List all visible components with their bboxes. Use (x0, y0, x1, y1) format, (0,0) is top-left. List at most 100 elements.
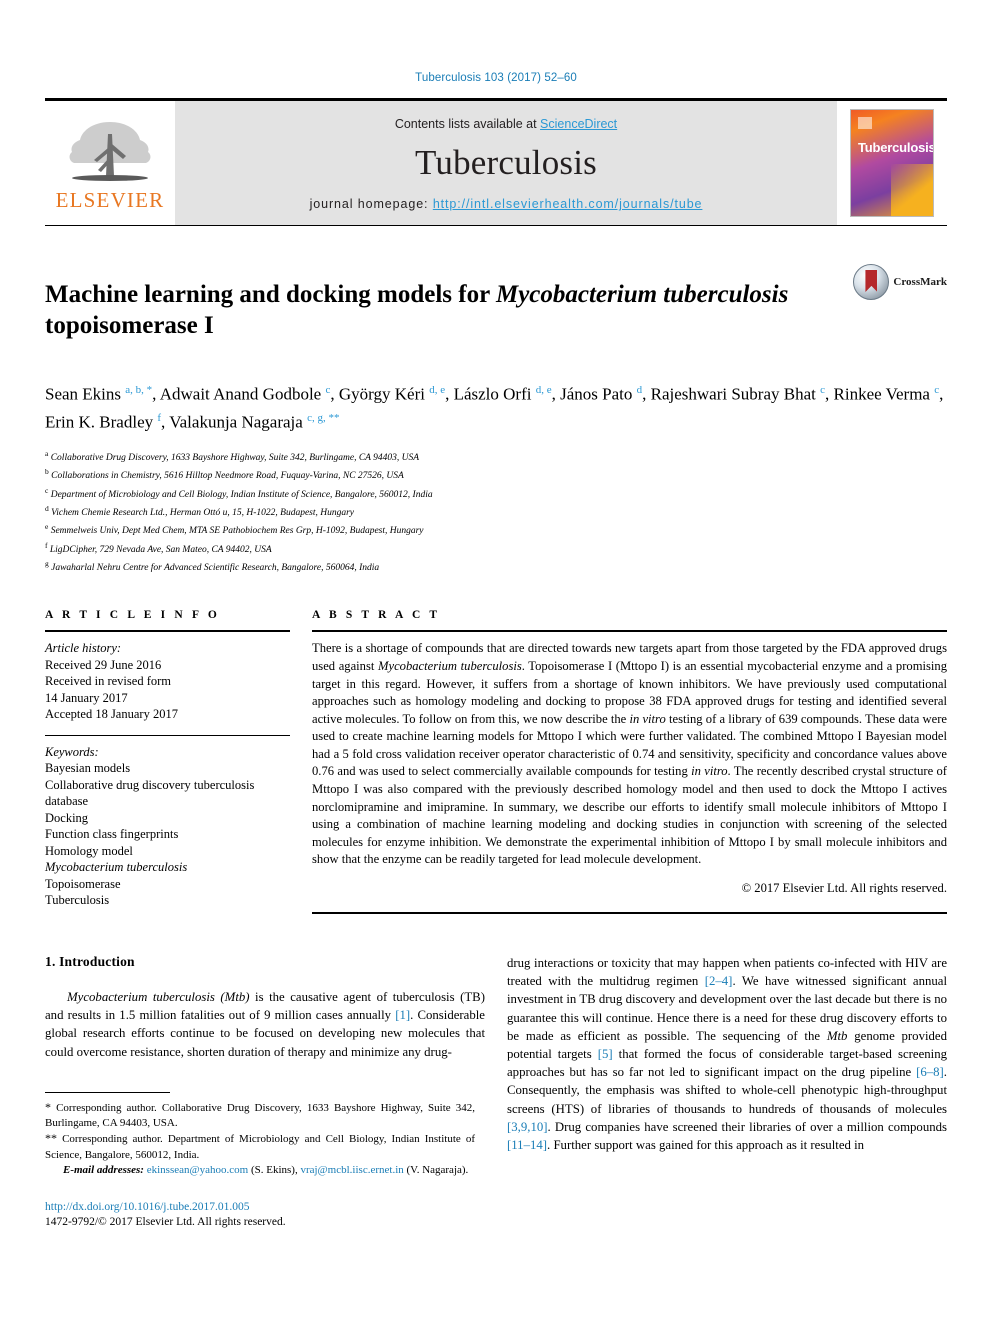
article-history-lines: Received 29 June 2016 Received in revised… (45, 657, 290, 723)
cover-yellow-wash (891, 164, 933, 216)
author-name: János Pato (560, 384, 637, 404)
author-name: Erin K. Bradley (45, 412, 158, 432)
abstract-bottom-rule (312, 912, 947, 915)
elsevier-logo: ELSEVIER (45, 101, 175, 225)
paper-page: Tuberculosis 103 (2017) 52–60 ELSEVIER C… (0, 0, 992, 1323)
article-history-label: Article history: (45, 641, 122, 656)
intro-paragraph-right: drug interactions or toxicity that may h… (507, 954, 947, 1154)
cover-title: Tuberculosis (858, 140, 934, 155)
section-heading-introduction: 1. Introduction (45, 954, 135, 970)
affiliation-line: f LigDCipher, 729 Nevada Ave, San Mateo,… (45, 539, 947, 557)
article-history-line: Received 29 June 2016 (45, 657, 162, 672)
footnotes-block: * Corresponding author. Collaborative Dr… (45, 1092, 475, 1230)
abstract-copyright: © 2017 Elsevier Ltd. All rights reserved… (741, 881, 947, 896)
author-affiliation-marker: f (157, 412, 162, 425)
keyword-item: Homology model (45, 843, 133, 858)
title-italic: Mycobacterium tuberculosis (495, 280, 789, 308)
abstract-heading: A B S T R A C T (312, 609, 441, 622)
citation-ref-5[interactable]: [5] (598, 1047, 613, 1061)
affiliation-text: Jawaharlal Nehru Centre for Advanced Sci… (48, 563, 380, 574)
affiliation-line: b Collaborations in Chemistry, 5616 Hill… (45, 465, 947, 483)
doi-link[interactable]: http://dx.doi.org/10.1016/j.tube.2017.01… (45, 1201, 250, 1213)
author-affiliation-marker: d, e (429, 383, 446, 396)
author-name: Valakunja Nagaraja (169, 412, 308, 432)
email-link-ekins[interactable]: ekinssean@yahoo.com (147, 1164, 248, 1176)
email-addresses-line: E-mail addresses: ekinssean@yahoo.com (S… (45, 1163, 475, 1178)
affiliation-text: Collaborations in Chemistry, 5616 Hillto… (48, 471, 404, 482)
abstract-rule (312, 630, 947, 633)
issn-copyright-line: 1472-9792/© 2017 Elsevier Ltd. All right… (45, 1216, 286, 1229)
body-column-right: drug interactions or toxicity that may h… (507, 954, 947, 1154)
author-name: Adwait Anand Godbole (159, 384, 326, 404)
keywords-rule (45, 734, 290, 736)
journal-title: Tuberculosis (415, 143, 597, 182)
elsevier-wordmark: ELSEVIER (55, 187, 165, 212)
author-affiliation-marker: d, e (535, 383, 552, 396)
keyword-item: Function class fingerprints (45, 827, 179, 842)
crossmark-label: CrossMark (893, 276, 947, 288)
affiliation-line: e Semmelweis Univ, Dept Med Chem, MTA SE… (45, 520, 947, 538)
intro-right-f: . Drug companies have screened their lib… (547, 1119, 947, 1134)
abstract-italic-2: in vitro (629, 711, 666, 726)
article-history-line: Received in revised form (45, 674, 171, 689)
affiliation-text: Vichem Chemie Research Ltd., Herman Ottó… (48, 508, 355, 519)
affiliation-line: a Collaborative Drug Discovery, 1633 Bay… (45, 447, 947, 465)
intro-paragraph-left: Mycobacterium tuberculosis (Mtb) is the … (45, 988, 485, 1061)
contents-lists-line: Contents lists available at ScienceDirec… (395, 117, 617, 131)
abstract-text: There is a shortage of compounds that ar… (312, 640, 947, 869)
affiliation-line: c Department of Microbiology and Cell Bi… (45, 484, 947, 502)
affiliation-text: Semmelweis Univ, Dept Med Chem, MTA SE P… (48, 526, 424, 537)
author-affiliation-marker: c (934, 383, 940, 396)
email-link-nagaraja[interactable]: vraj@mcbl.iisc.ernet.in (300, 1164, 403, 1176)
author-affiliation-marker: d (636, 383, 643, 396)
journal-homepage-link[interactable]: http://intl.elsevierhealth.com/journals/… (433, 197, 703, 211)
email-label: E-mail addresses: (63, 1163, 144, 1176)
intro-right-italic-1: Mtb (826, 1028, 848, 1043)
keyword-item: Bayesian models (45, 761, 131, 776)
citation-ref-1[interactable]: [1] (395, 1008, 410, 1022)
keyword-item: Topoisomerase (45, 876, 121, 891)
corr-text-2: Corresponding author. Department of Micr… (45, 1133, 475, 1161)
keyword-item: Docking (45, 810, 89, 825)
journal-masthead: ELSEVIER Contents lists available at Sci… (45, 98, 947, 226)
author-affiliation-marker: c, g, ** (307, 412, 340, 425)
journal-homepage-line: journal homepage: http://intl.elsevierhe… (310, 197, 703, 211)
citation-ref-6-8[interactable]: [6–8] (916, 1065, 944, 1079)
masthead-center: Contents lists available at ScienceDirec… (175, 101, 837, 225)
author-name: Rinkee Verma (833, 384, 935, 404)
title-part1: Machine learning and docking models for (45, 280, 496, 308)
affiliation-line: d Vichem Chemie Research Ltd., Herman Ot… (45, 502, 947, 520)
author-affiliation-marker: c (820, 383, 826, 396)
page-title: Machine learning and docking models for … (45, 279, 853, 341)
corr-text-1: Corresponding author. Collaborative Drug… (45, 1102, 475, 1130)
homepage-prefix: journal homepage: (309, 197, 433, 211)
abstract-text-4: . The recently described crystal structu… (312, 764, 947, 867)
info-abstract-section: A R T I C L E I N F O Article history: R… (45, 609, 947, 915)
crossmark-badge[interactable]: CrossMark (853, 264, 947, 300)
keywords-lines: Bayesian models Collaborative drug discov… (45, 760, 290, 909)
running-head: Tuberculosis 103 (2017) 52–60 (415, 72, 577, 84)
author-affiliation-marker: a, b, * (125, 383, 153, 396)
citation-ref-2-4[interactable]: [2–4] (705, 974, 733, 988)
affiliation-text: LigDCipher, 729 Nevada Ave, San Mateo, C… (47, 544, 272, 555)
abstract-italic-3: in vitro (691, 764, 728, 779)
article-history-line: Accepted 18 January 2017 (45, 707, 178, 722)
citation-ref-3-9-10[interactable]: [3,9,10] (507, 1120, 548, 1134)
citation-ref-11-14[interactable]: [11–14] (507, 1138, 547, 1152)
elsevier-tree-icon (69, 121, 151, 181)
journal-cover-container: Tuberculosis (837, 101, 947, 225)
author-affiliation-marker: c (325, 383, 331, 396)
corresponding-author-1: * Corresponding author. Collaborative Dr… (45, 1100, 475, 1131)
title-block: Machine learning and docking models for … (45, 262, 947, 358)
article-history-line: 14 January 2017 (45, 690, 128, 705)
title-part2: topoisomerase I (45, 311, 214, 339)
article-info-column: A R T I C L E I N F O Article history: R… (45, 609, 290, 914)
author-name: Sean Ekins (45, 384, 126, 404)
keywords-label: Keywords: (45, 744, 99, 759)
affiliation-text: Department of Microbiology and Cell Biol… (48, 489, 433, 500)
sciencedirect-link[interactable]: ScienceDirect (540, 117, 617, 131)
journal-cover-image: Tuberculosis (850, 109, 934, 217)
affiliation-line: g Jawaharlal Nehru Centre for Advanced S… (45, 557, 947, 575)
author-name: Lászlo Orfi (453, 384, 536, 404)
author-name: György Kéri (338, 384, 430, 404)
